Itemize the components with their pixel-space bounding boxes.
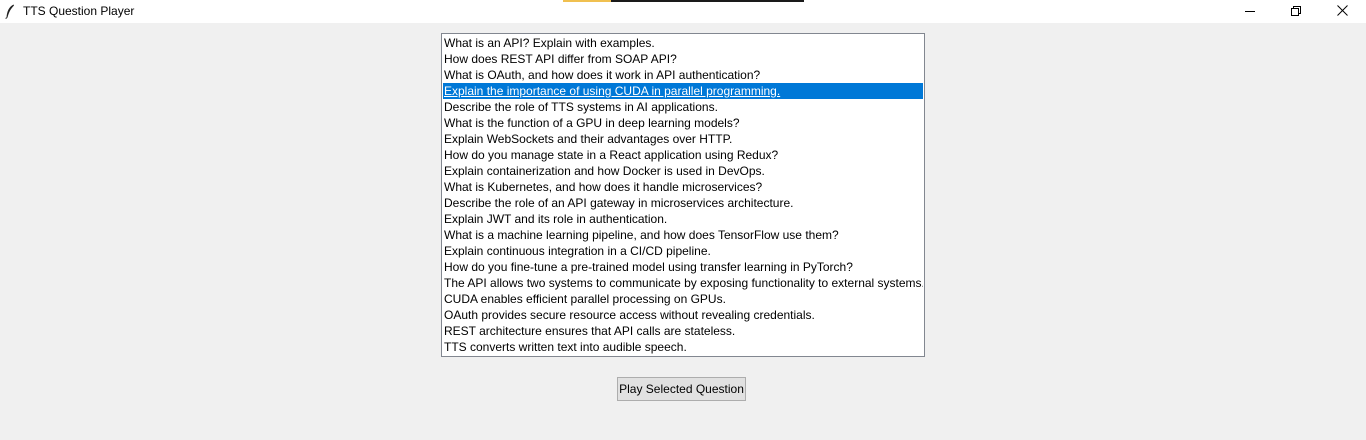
list-item[interactable]: Explain WebSockets and their advantages … [443,131,923,147]
list-item[interactable]: Explain continuous integration in a CI/C… [443,243,923,259]
list-item[interactable]: How do you fine-tune a pre-trained model… [443,259,923,275]
list-item[interactable]: Explain JWT and its role in authenticati… [443,211,923,227]
minimize-button[interactable] [1227,0,1273,23]
feather-icon [5,4,15,20]
title-accent-strip [563,0,611,2]
list-item[interactable]: REST architecture ensures that API calls… [443,323,923,339]
title-dark-strip [611,0,804,2]
close-icon [1336,3,1348,21]
close-button[interactable] [1319,0,1365,23]
restore-button[interactable] [1273,0,1319,23]
list-item[interactable]: What is an API? Explain with examples. [443,35,923,51]
list-item[interactable]: How do you manage state in a React appli… [443,147,923,163]
window-title: TTS Question Player [23,4,135,18]
list-item[interactable]: Describe the role of an API gateway in m… [443,195,923,211]
question-list: What is an API? Explain with examples. Ho… [443,35,923,355]
list-item[interactable]: What is Kubernetes, and how does it hand… [443,179,923,195]
app-window: TTS Question Player What is an API? Expl… [0,0,1366,440]
list-item[interactable]: How does REST API differ from SOAP API? [443,51,923,67]
question-listbox[interactable]: What is an API? Explain with examples. Ho… [441,33,925,357]
list-item-selected[interactable]: Explain the importance of using CUDA in … [443,83,923,99]
list-item[interactable]: Describe the role of TTS systems in AI a… [443,99,923,115]
restore-icon [1291,3,1301,21]
list-item[interactable]: Explain containerization and how Docker … [443,163,923,179]
list-item[interactable]: The API allows two systems to communicat… [443,275,923,291]
play-selected-question-button[interactable]: Play Selected Question [617,377,746,401]
list-item[interactable]: OAuth provides secure resource access wi… [443,307,923,323]
list-item[interactable]: TTS converts written text into audible s… [443,339,923,355]
list-item[interactable]: What is OAuth, and how does it work in A… [443,67,923,83]
title-bar[interactable]: TTS Question Player [0,0,1366,23]
list-item[interactable]: CUDA enables efficient parallel processi… [443,291,923,307]
list-item[interactable]: What is the function of a GPU in deep le… [443,115,923,131]
minimize-icon [1245,3,1255,21]
list-item[interactable]: What is a machine learning pipeline, and… [443,227,923,243]
